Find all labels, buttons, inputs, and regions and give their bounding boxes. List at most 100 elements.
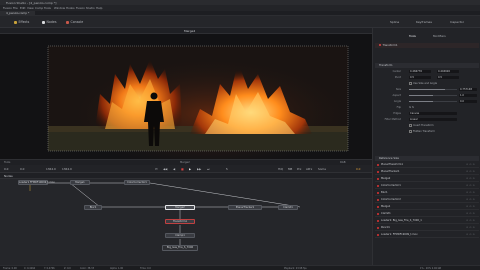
list-item[interactable]: PlanarTransform1 ▫▫▫: [375, 162, 479, 168]
center-y-field[interactable]: 0.404926: [437, 69, 459, 74]
keyframes-button[interactable]: Keyframes: [416, 20, 432, 24]
prx-toggle[interactable]: Prx: [297, 167, 301, 171]
nodes-button[interactable]: Nodes: [42, 19, 56, 25]
list-item[interactable]: Loader1: FFMDF19099_t.mov ▫▫▫: [375, 232, 479, 238]
reference-size-section[interactable]: Reference Size: [375, 156, 479, 161]
list-item[interactable]: Clamit1 ▫▫▫: [375, 211, 479, 217]
menu-hooks[interactable]: Hooks: [66, 6, 75, 10]
node-loader2[interactable]: Big_Gas_Fire_S_7006: [162, 245, 198, 251]
item-control-icons[interactable]: ▫▫▫: [466, 211, 476, 217]
node-loader1[interactable]: Loader1 FFMDF19099_t.mov: [18, 180, 55, 185]
item-control-icons[interactable]: ▫▫▫: [466, 176, 476, 182]
angle-slider[interactable]: [409, 101, 457, 102]
tool-header[interactable]: Transform1: [375, 43, 479, 48]
list-item[interactable]: Loader2: Big_Gas_Fire_S_7006_1 ▫▫▫: [375, 218, 479, 224]
angle-field[interactable]: 0.0: [459, 99, 477, 104]
status-bar: Frame: 0.00 X: 0.4264 Y: 0.4706 Z: 0.0 C…: [0, 265, 480, 270]
size-field[interactable]: 0.757148: [459, 87, 477, 92]
hiq-toggle[interactable]: HiQ: [278, 167, 283, 171]
tab-tools[interactable]: Tools: [409, 34, 416, 38]
stop-icon[interactable]: ■: [181, 167, 184, 171]
menu-tools[interactable]: Tools: [44, 6, 51, 10]
invert-transform-checkbox[interactable]: [409, 124, 412, 127]
viewer-footer-tools[interactable]: Tools: [4, 161, 10, 164]
use-size-angle-checkbox[interactable]: [409, 82, 412, 85]
list-item[interactable]: Blur1 ▫▫▫: [375, 190, 479, 196]
node-editor[interactable]: Loader1 FFMDF19099_t.mov Merge1 ColorCor…: [0, 179, 372, 265]
list-item[interactable]: Pencil1 ▫▫▫: [375, 225, 479, 231]
item-control-icons[interactable]: ▫▫▫: [466, 190, 476, 196]
menu-view[interactable]: View: [27, 6, 34, 10]
loop-icon[interactable]: ↻: [226, 167, 228, 171]
aprx-toggle[interactable]: APrx: [306, 167, 312, 171]
time-current[interactable]: 0.0: [20, 167, 24, 171]
node-blur1[interactable]: Blur1: [84, 205, 102, 210]
tab-modifiers[interactable]: Modifiers: [433, 34, 446, 38]
node-merge1[interactable]: Merge1: [70, 180, 90, 185]
list-item[interactable]: Merge1 ▫▫▫: [375, 204, 479, 210]
item-control-icons[interactable]: ▫▫▫: [466, 162, 476, 168]
time-end[interactable]: 1364.0: [46, 167, 56, 171]
flip-label: Flip: [396, 106, 401, 109]
menu-edit[interactable]: Edit: [20, 6, 25, 10]
aspect-slider[interactable]: [409, 95, 457, 96]
menu-comp[interactable]: Comp: [35, 6, 43, 10]
some-toggle[interactable]: Some: [318, 167, 326, 171]
item-control-icons[interactable]: ▫▫▫: [466, 218, 476, 224]
size-slider[interactable]: [409, 89, 457, 90]
aspect-field[interactable]: 1.0: [459, 93, 477, 98]
menu-help[interactable]: Help: [96, 6, 102, 10]
list-item[interactable]: ColorCorrector2 ▫▫▫: [375, 197, 479, 203]
pivot-label: Pivot: [394, 76, 401, 79]
node-clamp1[interactable]: Clamp1: [165, 233, 195, 238]
skip-end-icon[interactable]: ⏭: [207, 167, 210, 171]
item-control-icons[interactable]: ▫▫▫: [466, 232, 476, 238]
menu-file[interactable]: File: [13, 6, 18, 10]
item-control-icons[interactable]: ▫▫▫: [466, 169, 476, 175]
skip-start-icon[interactable]: ⏮: [155, 167, 158, 171]
pivot-y-field[interactable]: 0.5: [437, 75, 459, 80]
edges-select[interactable]: Canvas: [409, 111, 457, 116]
node-colorcorrector1[interactable]: ColorCorrector1: [124, 180, 150, 185]
menu-window[interactable]: Window: [54, 6, 65, 10]
viewer[interactable]: [0, 34, 372, 159]
viewer-footer-channel[interactable]: RGB: [340, 161, 346, 164]
node-clamit1[interactable]: Clamit1: [278, 205, 298, 210]
node-merge2[interactable]: Merge2: [165, 205, 195, 210]
list-item[interactable]: Merge2 ▫▫▫: [375, 176, 479, 182]
console-button[interactable]: Console: [66, 19, 83, 25]
effects-button[interactable]: Effects: [14, 19, 29, 25]
step-forward-icon[interactable]: ▶▶: [197, 167, 201, 171]
item-control-icons[interactable]: ▫▫▫: [466, 183, 476, 189]
inspector-button[interactable]: Inspector: [450, 20, 464, 24]
transform-section[interactable]: Transform: [375, 63, 479, 68]
transform-section-label: Transform: [379, 63, 393, 67]
center-x-field[interactable]: 0.466776: [409, 69, 431, 74]
filter-method-select[interactable]: Linear: [409, 117, 457, 122]
mb-toggle[interactable]: MB: [288, 167, 292, 171]
list-item[interactable]: PlanarTracker1 ▫▫▫: [375, 169, 479, 175]
nodes-label: Nodes: [46, 20, 57, 24]
item-control-icons[interactable]: ▫▫▫: [466, 225, 476, 231]
menu-fusion[interactable]: Fusion: [3, 6, 12, 10]
flip-icons[interactable]: ⇆ ⇅: [409, 105, 414, 110]
pivot-x-field[interactable]: 0.5: [409, 75, 431, 80]
time-end-render[interactable]: 1364.0: [62, 167, 72, 171]
item-control-icons[interactable]: ▫▫▫: [466, 204, 476, 210]
time-start[interactable]: 0.0: [4, 167, 8, 171]
flatten-transform-checkbox[interactable]: [409, 130, 412, 133]
play-icon[interactable]: ▶: [189, 167, 191, 171]
menu-fusion-studio[interactable]: Fusion Studio: [76, 6, 95, 10]
step-back-icon[interactable]: ◀◀: [163, 167, 167, 171]
node-planartracker1[interactable]: PlanarTracker1: [228, 205, 262, 210]
node-transform1[interactable]: Transform1: [165, 219, 195, 224]
spline-button[interactable]: Spline: [390, 20, 399, 24]
viewer-title: Merge2: [184, 29, 196, 33]
prop-filter-method: Filter Method Linear: [375, 117, 479, 122]
play-reverse-icon[interactable]: ◀: [173, 167, 175, 171]
reference-size-label: Reference Size: [379, 156, 399, 160]
item-control-icons[interactable]: ▫▫▫: [466, 197, 476, 203]
console-icon: [66, 20, 69, 24]
frame-field[interactable]: 0.0: [356, 167, 360, 171]
list-item[interactable]: ColorCorrector1 ▫▫▫: [375, 183, 479, 189]
